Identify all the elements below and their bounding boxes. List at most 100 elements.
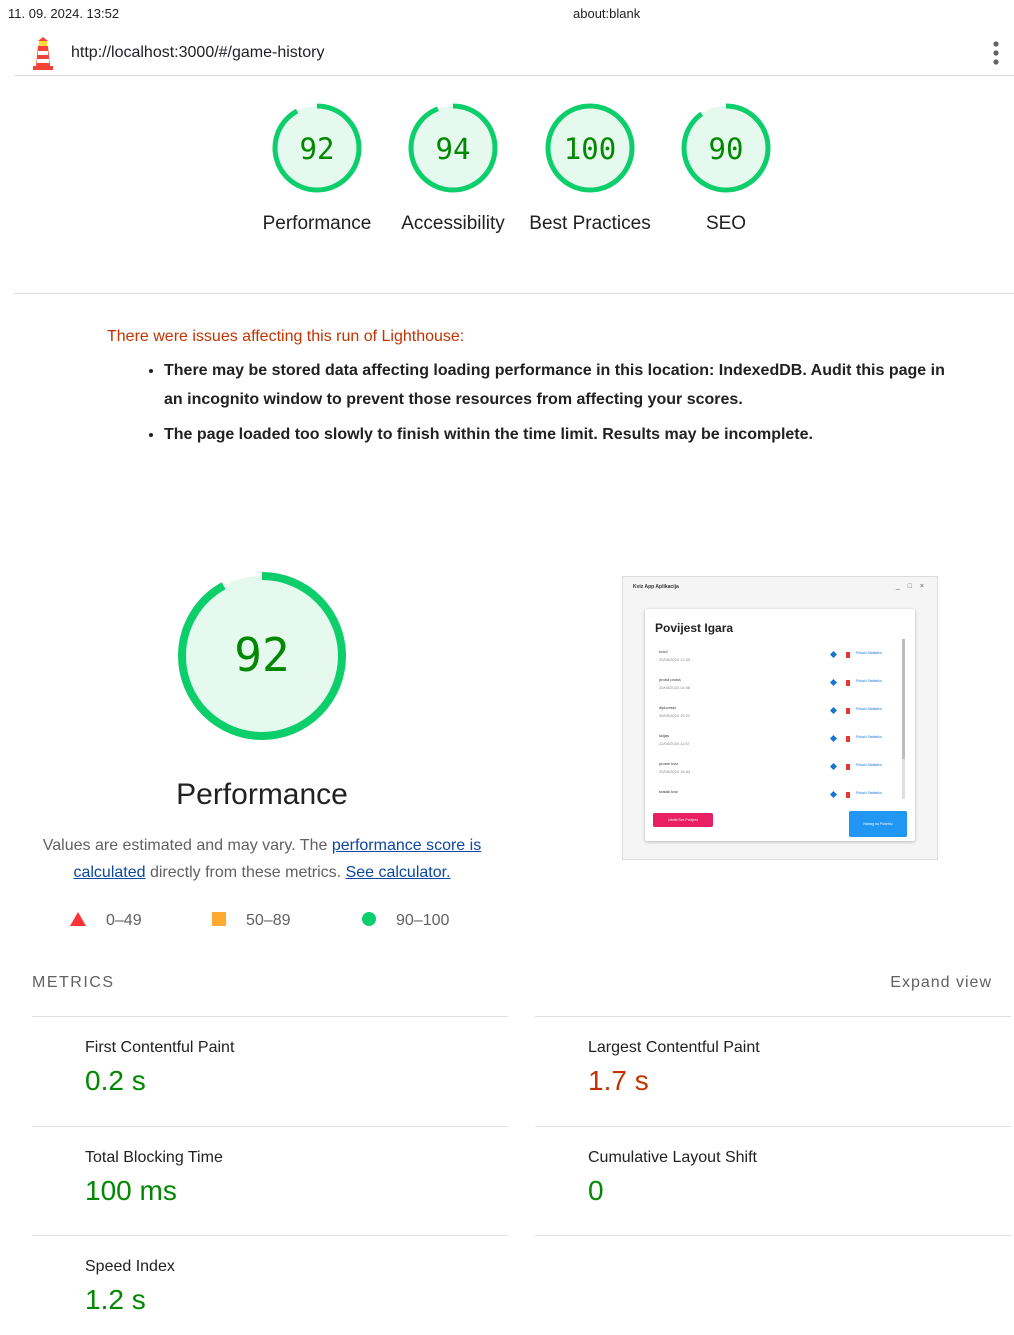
edit-icon (829, 790, 838, 799)
delete-icon (846, 680, 850, 686)
desc-text: Values are estimated and may vary. The (42, 837, 332, 854)
back-home-button: Natrag na Početnu (849, 811, 907, 837)
metric-value: 0 (588, 1175, 604, 1206)
metric-name: Speed Index (85, 1258, 175, 1275)
performance-description: Values are estimated and may vary. The p… (32, 832, 492, 886)
legend-pass-range: 90–100 (396, 912, 450, 929)
scrollbar (902, 639, 905, 799)
delete-icon (846, 652, 850, 658)
legend-pass: 90–100 (362, 912, 449, 930)
gauge-ring: 94 (408, 103, 498, 193)
metric-cumulative-layout-shift: Cumulative Layout Shift 0 (535, 1126, 1011, 1236)
square-icon (212, 912, 226, 926)
list-item: kviz1 20/08/2024 12:39 Prikaži Statistik… (659, 649, 899, 671)
row-name: skijas (659, 733, 670, 738)
row-date: 20/08/2024 14:48 (659, 685, 691, 690)
metric-first-contentful-paint: First Contentful Paint 0.2 s (32, 1016, 508, 1126)
row-name: kratak kviz (659, 789, 678, 794)
row-name: probni kviz (659, 761, 679, 766)
list-item: skijas 22/08/2024 11:57 Prikaži Statisti… (659, 733, 899, 755)
row-date: 20/08/2024 12:39 (659, 657, 691, 662)
performance-gauge-large: 92 (178, 572, 346, 740)
list-item: probni kviz 20/08/2024 16:44 Prikaži Sta… (659, 761, 899, 783)
print-date: 11. 09. 2024. 13:52 (8, 6, 120, 21)
edit-icon (829, 706, 838, 715)
gauge-seo[interactable]: 90 SEO (661, 100, 791, 238)
metric-name: Largest Contentful Paint (588, 1039, 760, 1056)
see-calculator-link[interactable]: See calculator. (346, 864, 451, 881)
gauge-score: 92 (300, 132, 335, 166)
final-screenshot[interactable]: Kviz App Aplikacija _ □ × Povijest Igara… (622, 576, 938, 860)
score-gauges: 92 Performance 94 Accessibility 100 Best… (0, 100, 1014, 290)
metric-value: 100 ms (85, 1175, 177, 1206)
metrics-heading: METRICS (32, 974, 115, 991)
row-date: 20/08/2024 16:44 (659, 769, 691, 774)
metric-value: 0.2 s (85, 1065, 146, 1096)
warning-item: There may be stored data affecting loadi… (164, 356, 947, 414)
score-legend: 0–49 50–89 90–100 (70, 912, 490, 936)
gauge-label: SEO (705, 213, 747, 234)
gauge-accessibility[interactable]: 94 Accessibility (388, 100, 518, 238)
gauge-score: 90 (709, 132, 744, 166)
legend-average: 50–89 (212, 912, 291, 930)
triangle-icon (70, 912, 86, 926)
list-item: diplomski 06/09/2024 15:21 Prikaži Stati… (659, 705, 899, 727)
print-header: 11. 09. 2024. 13:52 about:blank (8, 6, 1006, 22)
delete-icon (846, 764, 850, 770)
lighthouse-icon (33, 37, 53, 70)
metric-total-blocking-time: Total Blocking Time 100 ms (32, 1126, 508, 1236)
gauge-ring: 100 (545, 103, 635, 193)
row-name: kviz1 (659, 649, 669, 654)
metric-value: 1.7 s (588, 1065, 649, 1096)
metric-value: 1.2 s (85, 1284, 146, 1315)
row-action: Prikaži Statistiku (856, 763, 882, 767)
metric-speed-index: Speed Index 1.2 s (32, 1235, 508, 1335)
row-action: Prikaži Statistiku (856, 735, 882, 739)
gauge-label: Accessibility (401, 213, 505, 234)
window-title: Kviz App Aplikacija (633, 584, 679, 590)
page-url: http://localhost:3000/#/game-history (71, 44, 325, 61)
print-title: about:blank (573, 6, 641, 21)
legend-fail-range: 0–49 (106, 912, 142, 929)
metric-name: First Contentful Paint (85, 1039, 235, 1056)
delete-icon (846, 736, 850, 742)
metrics-header: METRICS Expand view (32, 974, 992, 994)
gauge-label: Performance (262, 213, 372, 234)
row-date: 22/08/2024 11:57 (659, 741, 690, 746)
desc-text: directly from these metrics. (145, 864, 346, 881)
row-action: Prikaži Statistiku (856, 707, 882, 711)
gauge-ring: 92 (272, 103, 362, 193)
gauge-best-practices[interactable]: 100 Best Practices (525, 100, 655, 238)
gauge-ring: 90 (681, 103, 771, 193)
row-action: Prikaži Statistiku (856, 791, 882, 795)
row-action: Prikaži Statistiku (856, 651, 882, 655)
row-name: diplomski (659, 705, 676, 710)
metric-largest-contentful-paint: Largest Contentful Paint 1.7 s (535, 1016, 1011, 1126)
section-divider (14, 293, 1014, 294)
gauge-score: 94 (436, 132, 471, 166)
window-controls: _ □ × (895, 583, 927, 590)
legend-fail: 0–49 (70, 912, 142, 930)
warnings-heading: There were issues affecting this run of … (107, 328, 465, 345)
list-item: proba proba 20/08/2024 14:48 Prikaži Sta… (659, 677, 899, 699)
edit-icon (829, 678, 838, 687)
metric-name: Cumulative Layout Shift (588, 1149, 757, 1166)
kebab-menu-icon[interactable] (992, 40, 1000, 66)
gauge-score: 100 (564, 132, 616, 166)
row-date: 06/09/2024 15:21 (659, 713, 691, 718)
row-action: Prikaži Statistiku (856, 679, 882, 683)
performance-score: 92 (234, 628, 289, 682)
history-panel: Povijest Igara kviz1 20/08/2024 12:39 Pr… (645, 609, 915, 841)
edit-icon (829, 650, 838, 659)
expand-view-toggle[interactable]: Expand view (890, 974, 992, 992)
delete-icon (846, 708, 850, 714)
delete-history-button: Izbriši Sve Povijest (653, 813, 713, 827)
row-name: proba proba (659, 677, 681, 682)
list-item: kratak kviz Prikaži Statistiku (659, 789, 899, 811)
report-topbar: http://localhost:3000/#/game-history (14, 32, 1014, 76)
performance-title: Performance (176, 778, 348, 811)
gauge-performance[interactable]: 92 Performance (252, 100, 382, 238)
warnings-list: There may be stored data affecting loadi… (107, 356, 947, 449)
run-warnings: There were issues affecting this run of … (107, 328, 947, 455)
edit-icon (829, 762, 838, 771)
